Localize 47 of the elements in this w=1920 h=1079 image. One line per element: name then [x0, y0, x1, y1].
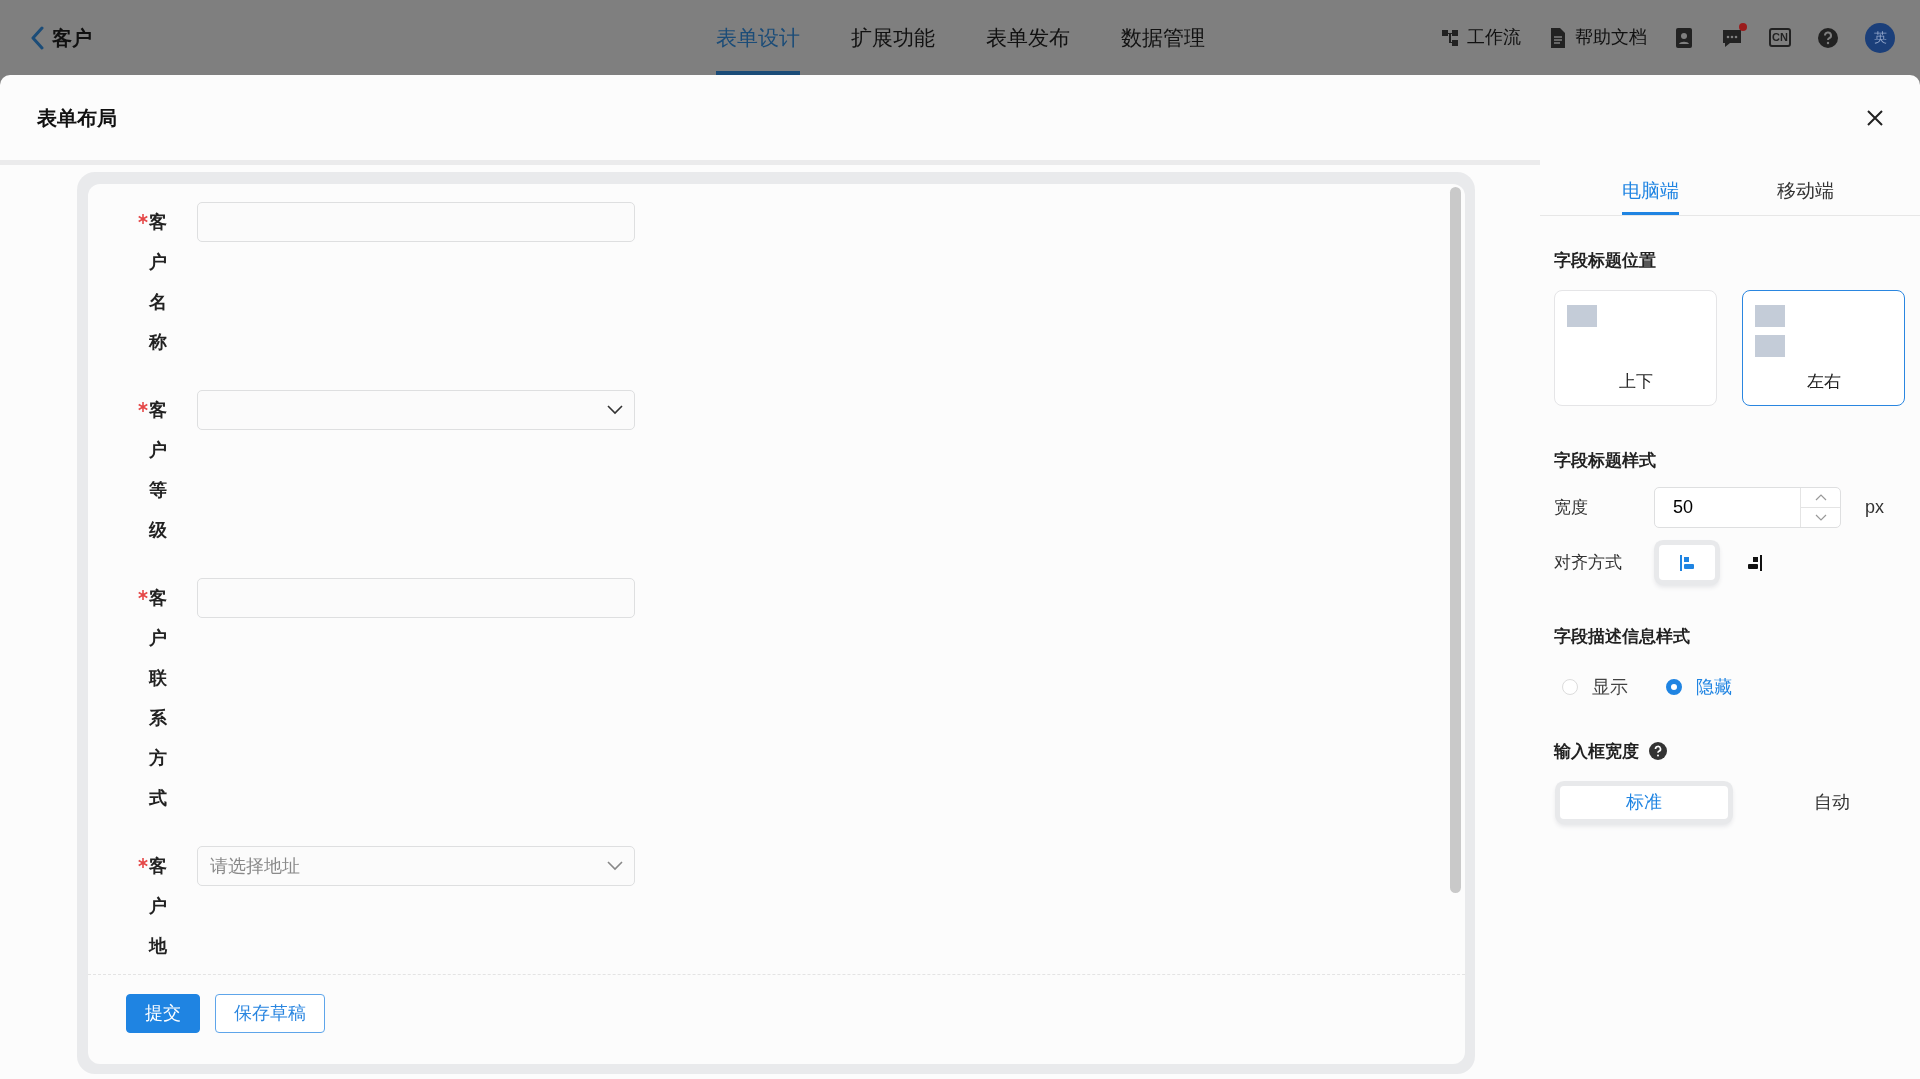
section-heading: 字段描述信息样式 [1554, 626, 1690, 648]
submit-button[interactable]: 提交 [126, 994, 200, 1033]
field-label: 客户地 [149, 855, 167, 958]
chevron-down-icon [607, 861, 623, 871]
avatar[interactable]: 英 [1865, 22, 1895, 53]
layout-option-card[interactable]: 左右 [1742, 289, 1905, 406]
chevron-down-icon [607, 405, 623, 415]
chevron-up-icon[interactable] [1814, 494, 1827, 501]
section-heading: 字段标题样式 [1554, 449, 1656, 472]
select-field[interactable] [197, 390, 635, 430]
toolbar-button[interactable]: 工作流 [1439, 24, 1522, 51]
section-heading: 字段标题位置 [1554, 250, 1656, 272]
align-left-icon [1680, 554, 1694, 571]
section-heading: 输入框宽度 [1554, 740, 1639, 763]
language-button[interactable]: CN [1769, 28, 1791, 47]
toolbar-button[interactable]: 帮助文档 [1547, 24, 1648, 51]
tab[interactable]: 移动端 [1777, 160, 1834, 215]
close-icon[interactable] [1866, 108, 1884, 127]
radio-option[interactable]: 隐藏 [1666, 673, 1732, 701]
field-label: 客户联系方式 [149, 587, 167, 810]
back-icon [30, 25, 44, 50]
placeholder-block-icon [1567, 304, 1597, 327]
scrollbar-thumb[interactable] [1450, 187, 1461, 893]
width-option[interactable]: 自动 [1748, 786, 1916, 819]
help-icon[interactable] [1649, 742, 1667, 761]
input-field[interactable] [197, 202, 635, 242]
nav-tab[interactable]: 扩展功能 [850, 0, 935, 75]
field-label: 客户名称 [149, 211, 167, 354]
back-button[interactable]: 客户 [30, 22, 92, 53]
field-label: 宽度 [1554, 496, 1589, 519]
layout-option-card[interactable]: 上下 [1554, 289, 1717, 406]
align-right-icon [1748, 554, 1762, 571]
tab[interactable]: 电脑端 [1622, 160, 1679, 215]
field-label: 客户等级 [149, 399, 167, 542]
modal-title: 表单布局 [37, 105, 117, 131]
chevron-down-icon[interactable] [1814, 514, 1827, 521]
field-label: 对齐方式 [1554, 551, 1623, 574]
placeholder-block-icon [1755, 334, 1785, 357]
save-draft-button[interactable]: 保存草稿 [215, 994, 325, 1033]
unit-label: px [1865, 496, 1884, 519]
nav-tab[interactable]: 数据管理 [1120, 0, 1205, 75]
input-field[interactable] [197, 578, 635, 618]
placeholder-block-icon [1755, 304, 1785, 327]
number-input[interactable]: 50 [1654, 487, 1841, 528]
nav-tab[interactable]: 表单发布 [985, 0, 1070, 75]
radio-option[interactable]: 显示 [1562, 673, 1628, 701]
select-field[interactable]: 请选择地址 [197, 846, 635, 886]
